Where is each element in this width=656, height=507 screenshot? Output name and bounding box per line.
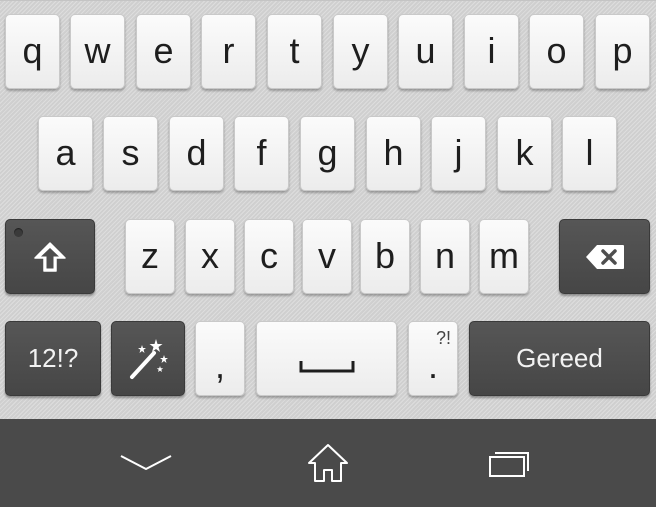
key-label: t [289, 29, 300, 71]
key-j[interactable]: j [431, 116, 486, 191]
key-label: f [256, 131, 267, 173]
key-p[interactable]: p [595, 14, 650, 89]
done-label: Gereed [516, 343, 603, 373]
magic-wand-key[interactable] [111, 321, 185, 396]
key-w[interactable]: w [70, 14, 125, 89]
key-label: g [317, 131, 338, 173]
key-c[interactable]: c [244, 219, 294, 294]
key-q[interactable]: q [5, 14, 60, 89]
key-label: y [351, 29, 370, 71]
key-label: u [415, 29, 436, 71]
key-t[interactable]: t [267, 14, 322, 89]
keyboard: q w e r t y u i o p a s d f g h j k l z … [0, 0, 656, 419]
chevron-down-icon [119, 453, 173, 473]
key-h[interactable]: h [366, 116, 421, 191]
key-label: z [141, 234, 159, 276]
key-y[interactable]: y [333, 14, 388, 89]
magic-wand-icon [126, 337, 170, 381]
key-k[interactable]: k [497, 116, 552, 191]
key-label: s [121, 131, 140, 173]
key-label: e [153, 29, 174, 71]
done-key[interactable]: Gereed [469, 321, 650, 396]
key-m[interactable]: m [479, 219, 529, 294]
navigation-bar [0, 419, 656, 507]
key-r[interactable]: r [201, 14, 256, 89]
key-label: r [222, 29, 235, 71]
backspace-icon [585, 244, 625, 270]
shift-arrow-icon [33, 241, 67, 273]
period-alt-label: ?! [435, 328, 451, 348]
key-label: l [585, 131, 594, 173]
home-icon [306, 442, 350, 484]
key-label: o [546, 29, 567, 71]
key-label: x [201, 234, 219, 276]
period-label: . [427, 344, 438, 386]
key-e[interactable]: e [136, 14, 191, 89]
key-a[interactable]: a [38, 116, 93, 191]
home-button[interactable] [273, 419, 383, 507]
key-i[interactable]: i [464, 14, 519, 89]
key-label: d [186, 131, 207, 173]
period-key[interactable]: ?! . [408, 321, 458, 396]
key-d[interactable]: d [169, 116, 224, 191]
key-label: a [55, 131, 76, 173]
key-n[interactable]: n [420, 219, 470, 294]
symbols-label: 12!? [27, 343, 79, 373]
comma-key[interactable]: , [195, 321, 245, 396]
key-label: i [487, 29, 496, 71]
key-o[interactable]: o [529, 14, 584, 89]
key-b[interactable]: b [360, 219, 410, 294]
shift-key[interactable] [5, 219, 95, 294]
key-l[interactable]: l [562, 116, 617, 191]
key-u[interactable]: u [398, 14, 453, 89]
key-f[interactable]: f [234, 116, 289, 191]
recent-apps-button[interactable] [454, 419, 564, 507]
key-label: q [22, 29, 43, 71]
key-label: c [260, 234, 278, 276]
space-bar-icon [299, 359, 355, 373]
key-s[interactable]: s [103, 116, 158, 191]
space-key[interactable] [256, 321, 397, 396]
key-label: n [434, 234, 456, 276]
key-v[interactable]: v [302, 219, 352, 294]
key-label: v [318, 234, 336, 276]
back-button[interactable] [91, 419, 201, 507]
key-g[interactable]: g [300, 116, 355, 191]
symbols-key[interactable]: 12!? [5, 321, 101, 396]
key-label: p [612, 29, 633, 71]
key-label: w [84, 29, 111, 71]
key-label: b [374, 234, 396, 276]
key-label: j [454, 131, 463, 173]
caps-lock-indicator [14, 228, 23, 237]
backspace-key[interactable] [559, 219, 650, 294]
comma-label: , [214, 344, 225, 386]
key-x[interactable]: x [185, 219, 235, 294]
recent-apps-icon [487, 448, 531, 478]
key-z[interactable]: z [125, 219, 175, 294]
key-label: k [515, 131, 534, 173]
key-label: m [489, 234, 519, 276]
key-label: h [383, 131, 404, 173]
